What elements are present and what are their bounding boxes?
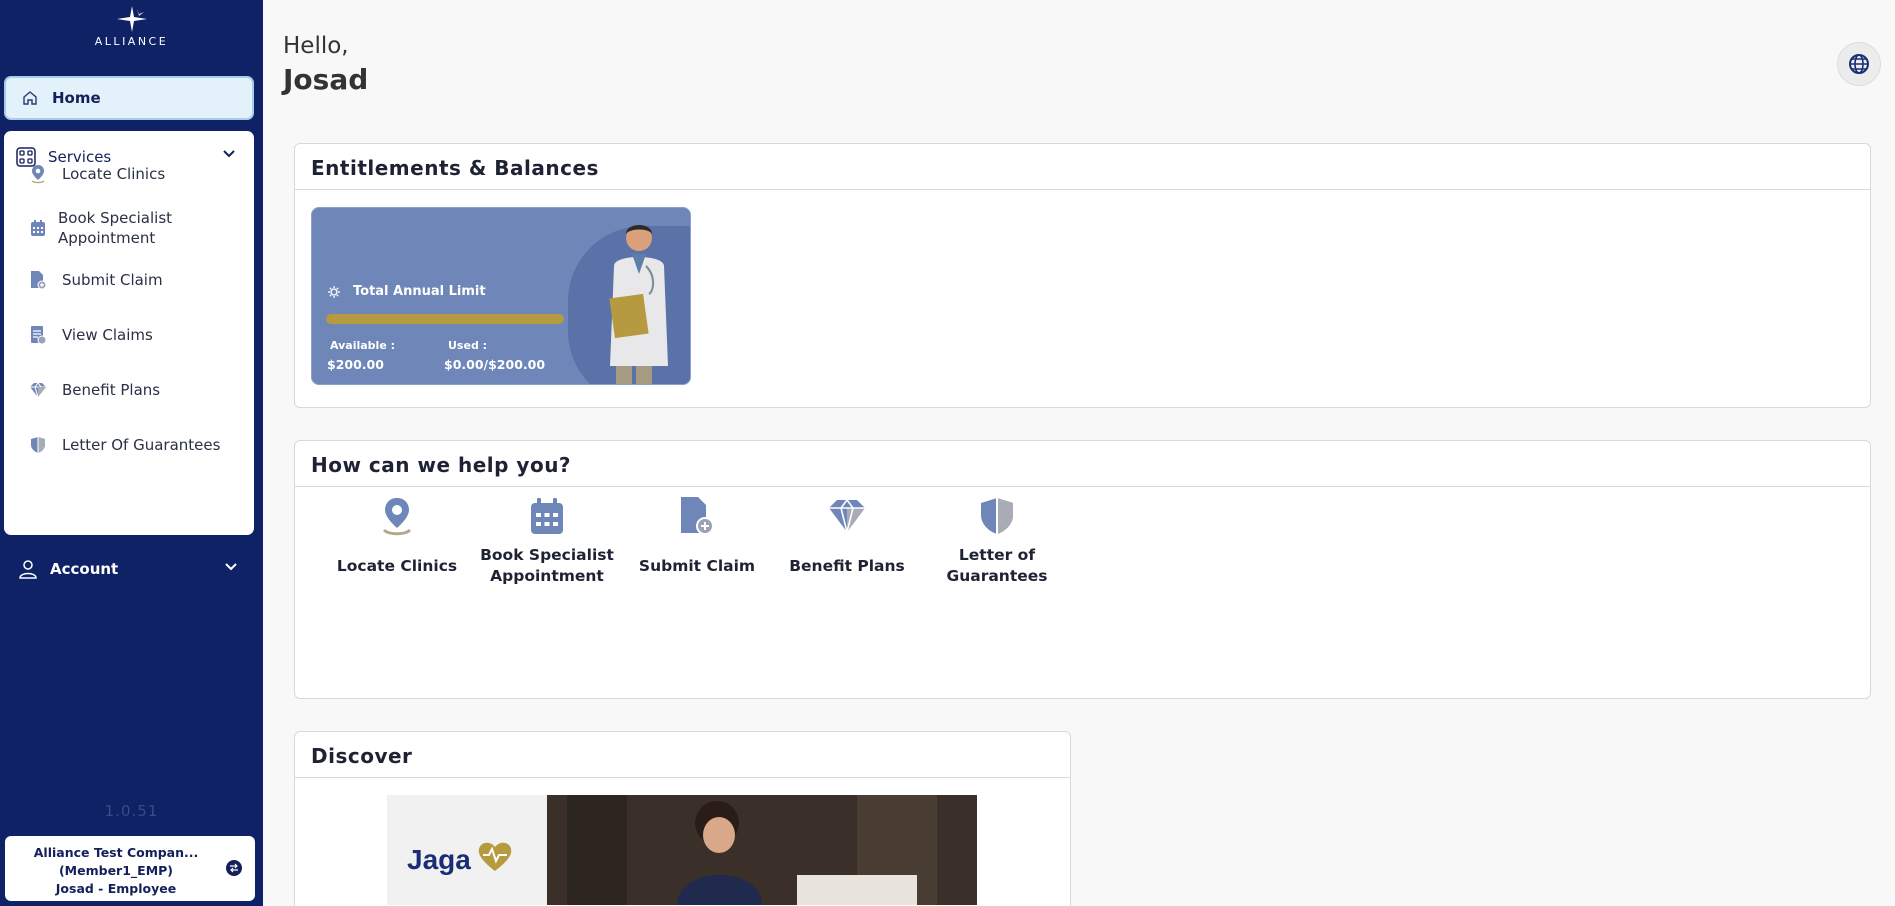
divider — [295, 486, 1870, 487]
chevron-down-icon[interactable] — [222, 149, 236, 159]
svg-text:Jaga: Jaga — [407, 844, 471, 875]
member-id: (Member1_EMP) — [58, 863, 174, 878]
user-icon — [19, 560, 37, 579]
diamond-icon — [772, 491, 922, 541]
services-menu: Services Locate Clinics Book Specialist … — [4, 131, 254, 535]
company-switcher[interactable]: Alliance Test Compan... (Member1_EMP) Jo… — [5, 836, 255, 901]
language-button[interactable] — [1837, 42, 1881, 86]
help-tile-locate-clinics[interactable]: Locate Clinics — [322, 491, 472, 591]
sidebar-item-locate-clinics[interactable]: Locate Clinics — [28, 163, 243, 185]
total-annual-limit-card[interactable]: Total Annual Limit Available : $200.00 U… — [311, 207, 691, 385]
globe-icon — [1849, 54, 1869, 74]
sidebar-item-label: Book Specialist Appointment — [58, 209, 173, 247]
help-tile-letter-of-guarantees[interactable]: Letter of Guarantees — [922, 491, 1072, 591]
sidebar-item-label: Benefit Plans — [62, 381, 161, 399]
chevron-down-icon[interactable] — [224, 562, 238, 572]
shield-icon — [922, 491, 1072, 541]
calendar-icon — [472, 491, 622, 541]
sidebar-item-label: View Claims — [62, 326, 153, 344]
available-value: $200.00 — [327, 357, 384, 372]
tile-label: Letter of Guarantees — [946, 546, 1048, 585]
banner-brand-area: Jaga — [387, 795, 547, 905]
sidebar-item-home[interactable]: Home — [4, 76, 254, 120]
card-title: Total Annual Limit — [327, 284, 486, 299]
discover-panel: Discover Jaga — [294, 731, 1071, 906]
location-pin-icon — [322, 491, 472, 541]
help-tile-benefit-plans[interactable]: Benefit Plans — [772, 491, 922, 591]
document-add-icon — [622, 491, 772, 541]
entitlements-title: Entitlements & Balances — [311, 156, 599, 180]
available-label: Available : — [330, 339, 396, 352]
divider — [295, 189, 1870, 190]
sidebar-item-label: Letter Of Guarantees — [62, 436, 221, 454]
doctor-illustration — [609, 225, 668, 384]
home-icon — [23, 91, 37, 105]
brand-name: ALLIANCE — [94, 35, 169, 48]
greeting-name: Josad — [283, 63, 369, 96]
help-title: How can we help you? — [311, 453, 572, 477]
sidebar-item-benefit-plans[interactable]: Benefit Plans — [28, 379, 243, 401]
card-title-text: Total Annual Limit — [353, 284, 486, 299]
help-tile-book-specialist[interactable]: Book Specialist Appointment — [472, 491, 622, 591]
swap-icon[interactable] — [226, 860, 242, 876]
tile-label: Locate Clinics — [336, 556, 458, 575]
jaga-me-logo: Jaga — [407, 842, 512, 875]
sidebar-item-submit-claim[interactable]: Submit Claim — [28, 269, 243, 291]
used-label: Used : — [448, 339, 488, 352]
app-version: 1.0.51 — [104, 802, 159, 820]
used-value: $0.00/$200.00 — [444, 357, 546, 372]
greeting-hello: Hello, — [283, 33, 349, 59]
tile-label: Submit Claim — [638, 556, 756, 575]
diamond-icon — [28, 379, 48, 401]
account-label: Account — [50, 560, 119, 578]
sidebar-item-view-claims[interactable]: View Claims — [28, 324, 243, 346]
banner-photo — [547, 795, 977, 905]
sidebar-item-book-specialist[interactable]: Book Specialist Appointment — [28, 208, 228, 248]
sidebar-item-letter-of-guarantees[interactable]: Letter Of Guarantees — [28, 434, 243, 456]
limit-icon — [328, 285, 340, 298]
location-pin-icon — [28, 163, 48, 185]
user-role: Josad - Employee — [55, 881, 177, 896]
help-panel: How can we help you? Locate Clinics Book… — [294, 440, 1871, 699]
discover-title: Discover — [311, 744, 413, 768]
sidebar-item-account[interactable]: Account — [18, 556, 240, 582]
document-list-icon — [28, 324, 48, 346]
sidebar-item-label: Locate Clinics — [62, 165, 166, 183]
sidebar-item-label: Submit Claim — [62, 271, 163, 289]
alliance-logo: ALLIANCE — [0, 6, 263, 48]
help-tile-submit-claim[interactable]: Submit Claim — [622, 491, 772, 591]
discover-banner[interactable]: Jaga — [387, 795, 977, 905]
entitlements-panel: Entitlements & Balances Total Annual Lim… — [294, 143, 1871, 408]
calendar-icon — [28, 217, 48, 239]
document-add-icon — [28, 269, 48, 291]
company-name: Alliance Test Compan... — [33, 845, 199, 860]
limit-progress-bar — [326, 314, 564, 324]
sidebar-item-label: Home — [52, 89, 101, 107]
sidebar: ALLIANCE Home Services Locate Clinics Bo… — [0, 0, 263, 906]
divider — [295, 777, 1070, 778]
star-logo-icon — [116, 6, 147, 32]
shield-icon — [28, 434, 48, 456]
tile-label: Benefit Plans — [789, 556, 905, 575]
tile-label: Book Specialist Appointment — [480, 546, 614, 585]
